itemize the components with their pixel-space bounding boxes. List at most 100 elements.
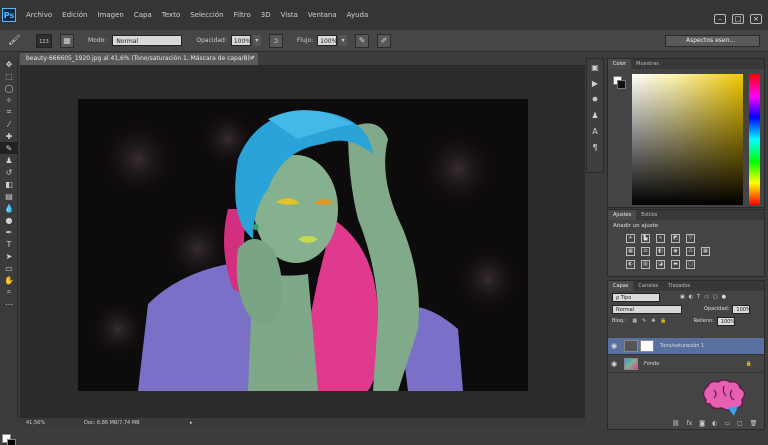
canvas-area[interactable] xyxy=(20,65,585,418)
visibility-eye-icon[interactable]: ◉ xyxy=(608,342,620,350)
tab-color[interactable]: Color xyxy=(608,59,632,69)
fill-input[interactable]: 100% xyxy=(716,316,735,326)
shape-tool-icon[interactable]: ▭ xyxy=(0,262,18,274)
flow-input[interactable]: 100% xyxy=(317,35,337,46)
delete-layer-icon[interactable]: 🗑 xyxy=(750,420,758,427)
blend-mode-select[interactable]: Normal xyxy=(612,304,682,314)
curves-icon[interactable]: ∿ xyxy=(656,234,665,243)
gradient-tool-icon[interactable]: ▤ xyxy=(0,190,18,202)
menu-3d[interactable]: 3D xyxy=(261,11,271,19)
brush-size-picker[interactable]: 123 xyxy=(36,33,52,48)
menu-archivo[interactable]: Archivo xyxy=(26,11,52,19)
lock-icons[interactable]: ▦✎✥🔒 xyxy=(632,318,671,324)
threshold-icon[interactable]: ◪ xyxy=(656,260,665,269)
new-adjustment-icon[interactable]: ◐ xyxy=(712,420,717,427)
layer-filter-icons[interactable]: ▣◐T▭▢● xyxy=(680,294,730,300)
workspace-select[interactable]: Aspectos esen... xyxy=(665,35,760,47)
layer-filter-select[interactable]: ρ Tipo xyxy=(612,292,660,302)
blur-tool-icon[interactable]: 💧 xyxy=(0,202,18,214)
opacity-dropdown-icon[interactable]: ▾ xyxy=(252,35,261,46)
black-white-icon[interactable]: ◧ xyxy=(656,247,665,256)
tab-swatches[interactable]: Muestras xyxy=(631,59,664,69)
eraser-tool-icon[interactable]: ◧ xyxy=(0,178,18,190)
brush-panel-toggle-icon[interactable]: ▦ xyxy=(60,33,74,48)
character-panel-icon[interactable]: A xyxy=(587,123,603,139)
background-color-swatch[interactable] xyxy=(7,439,16,445)
mode-select[interactable]: Normal xyxy=(112,35,183,46)
close-button[interactable]: × xyxy=(750,14,762,24)
layer-row-background[interactable]: ◉ Fondo 🔒 xyxy=(608,356,764,373)
flow-dropdown-icon[interactable]: ▾ xyxy=(339,35,348,46)
brush-presets-icon[interactable]: ✸ xyxy=(587,91,603,107)
menu-imagen[interactable]: Imagen xyxy=(98,11,124,19)
layer-name[interactable]: Fondo xyxy=(644,361,659,367)
menu-edicion[interactable]: Edición xyxy=(62,11,87,19)
photo-filter-icon[interactable]: ◉ xyxy=(671,247,680,256)
brush-tool-icon[interactable]: 🖌 xyxy=(8,34,22,48)
color-swatches[interactable] xyxy=(2,434,16,445)
color-lookup-icon[interactable]: ▦ xyxy=(701,247,710,256)
layer-name[interactable]: Tono/saturación 1 xyxy=(660,343,704,349)
channel-mixer-icon[interactable]: ♺ xyxy=(686,247,695,256)
exposure-icon[interactable]: ◩ xyxy=(671,234,680,243)
menu-seleccion[interactable]: Selección xyxy=(190,11,223,19)
selective-color-icon[interactable]: ▢ xyxy=(686,260,695,269)
layer-row-adjustment[interactable]: ◉ Tono/saturación 1 xyxy=(608,338,764,355)
lasso-tool-icon[interactable]: ◯ xyxy=(0,82,18,94)
hand-tool-icon[interactable]: ✋ xyxy=(0,274,18,286)
actions-panel-icon[interactable]: ▶ xyxy=(587,75,603,91)
tab-adjustments[interactable]: Ajustes xyxy=(608,210,637,220)
stamp-tool-icon[interactable]: ♟ xyxy=(0,154,18,166)
minimize-button[interactable]: – xyxy=(714,14,726,24)
history-brush-icon[interactable]: ↺ xyxy=(0,166,18,178)
brush-tool-icon[interactable]: ✎ xyxy=(0,142,18,154)
eyedropper-tool-icon[interactable]: ⁄ xyxy=(0,118,18,130)
document-image[interactable] xyxy=(78,99,528,391)
crop-tool-icon[interactable]: ⌗ xyxy=(0,106,18,118)
posterize-icon[interactable]: ▥ xyxy=(641,260,650,269)
status-menu-arrow-icon[interactable]: ▸ xyxy=(190,420,193,426)
layer-mask-thumbnail[interactable] xyxy=(640,340,654,352)
document-tab[interactable]: beauty-666605_1920.jpg al 41,6% (Tono/sa… xyxy=(20,53,258,65)
quick-select-tool-icon[interactable]: ✧ xyxy=(0,94,18,106)
menu-capa[interactable]: Capa xyxy=(134,11,152,19)
move-tool-icon[interactable]: ✥ xyxy=(0,58,18,70)
new-layer-icon[interactable]: ▢ xyxy=(737,420,743,427)
layer-style-icon[interactable]: fx xyxy=(687,420,693,427)
zoom-level[interactable]: 41,56% xyxy=(26,420,50,426)
vibrance-icon[interactable]: ▽ xyxy=(686,234,695,243)
close-document-icon[interactable]: × xyxy=(249,53,254,65)
pen-tool-icon[interactable]: ✒ xyxy=(0,226,18,238)
menu-ayuda[interactable]: Ayuda xyxy=(347,11,369,19)
gradient-map-icon[interactable]: ▬ xyxy=(671,260,680,269)
menu-filtro[interactable]: Filtro xyxy=(234,11,251,19)
invert-icon[interactable]: ◐ xyxy=(626,260,635,269)
opacity-input[interactable]: 100% xyxy=(230,35,251,46)
levels-icon[interactable]: ▙ xyxy=(641,234,650,243)
hue-slider[interactable] xyxy=(749,74,760,205)
pressure-size-icon[interactable]: ✐ xyxy=(377,33,392,48)
marquee-tool-icon[interactable]: ⬚ xyxy=(0,70,18,82)
link-layers-icon[interactable]: ⛓ xyxy=(672,420,680,427)
paragraph-panel-icon[interactable]: ¶ xyxy=(587,139,603,155)
zoom-tool-icon[interactable]: ⌕ xyxy=(0,286,18,298)
airbrush-icon[interactable]: ✎ xyxy=(355,33,370,48)
clone-source-icon[interactable]: ♟ xyxy=(587,107,603,123)
tab-channels[interactable]: Canales xyxy=(633,281,663,291)
menu-texto[interactable]: Texto xyxy=(162,11,180,19)
new-group-icon[interactable]: ▭ xyxy=(724,420,730,427)
menu-vista[interactable]: Vista xyxy=(281,11,298,19)
pressure-opacity-icon[interactable]: ↄ xyxy=(268,33,283,48)
tab-layers[interactable]: Capas xyxy=(608,281,634,291)
hue-saturation-icon[interactable]: ▦ xyxy=(626,247,635,256)
menu-ventana[interactable]: Ventana xyxy=(308,11,337,19)
maximize-button[interactable]: □ xyxy=(732,14,744,24)
history-panel-icon[interactable]: ▣ xyxy=(587,59,603,75)
path-select-tool-icon[interactable]: ➤ xyxy=(0,250,18,262)
color-picker-field[interactable] xyxy=(632,74,743,205)
brightness-contrast-icon[interactable]: ☀ xyxy=(626,234,635,243)
panel-background-swatch[interactable] xyxy=(617,80,626,89)
layer-opacity-input[interactable]: 100% xyxy=(732,304,751,314)
visibility-eye-icon[interactable]: ◉ xyxy=(608,360,620,368)
dodge-tool-icon[interactable]: ● xyxy=(0,214,18,226)
